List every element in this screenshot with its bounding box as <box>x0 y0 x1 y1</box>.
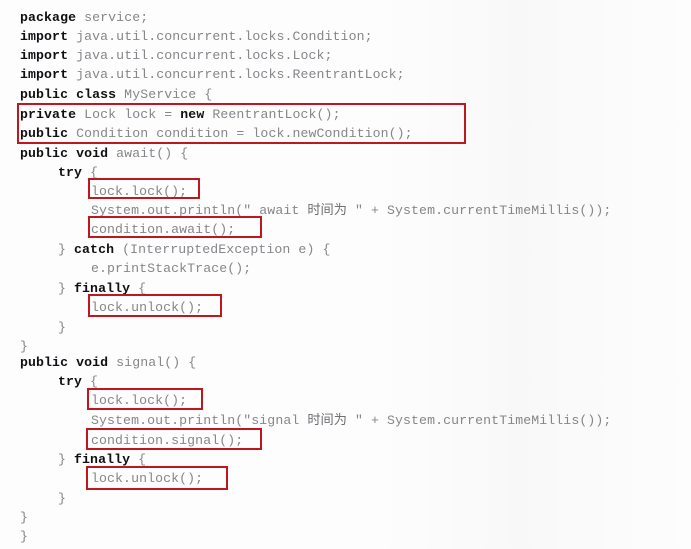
code-line-15: } finally { <box>58 279 146 298</box>
code-text: } <box>20 339 29 354</box>
code-line-17: } <box>58 318 66 337</box>
code-text: " + System.currentTimeMillis()); <box>346 413 612 428</box>
java-code-figure: package service; import java.util.concur… <box>0 0 691 549</box>
code-line-7: public Condition condition = lock.newCon… <box>20 124 413 143</box>
code-text: System.out.println(" await <box>91 203 308 218</box>
code-line-4: import java.util.concurrent.locks.Reentr… <box>20 65 405 84</box>
code-text: java.util.concurrent.locks.ReentrantLock… <box>68 67 405 82</box>
code-line-6: private Lock lock = new ReentrantLock(); <box>20 105 341 124</box>
code-text: lock.unlock(); <box>91 300 204 315</box>
code-text: e.printStackTrace(); <box>91 261 252 276</box>
code-text: java.util.concurrent.locks.Condition; <box>68 29 373 44</box>
code-keyword: public void <box>20 355 109 370</box>
code-text: lock.lock(); <box>91 393 188 408</box>
code-text: Lock lock = <box>76 107 181 122</box>
code-line-13: } catch (InterruptedException e) { <box>58 240 330 259</box>
code-line-14: e.printStackTrace(); <box>91 259 251 278</box>
code-line-12: condition.await(); <box>91 220 235 239</box>
code-line-28: } <box>20 527 28 546</box>
code-text: java.util.concurrent.locks.Lock; <box>68 48 333 63</box>
code-text: condition.signal(); <box>91 433 244 448</box>
code-keyword: try <box>58 374 83 389</box>
code-keyword: private <box>20 107 77 122</box>
code-text: } <box>20 529 29 544</box>
code-keyword: public <box>20 126 69 141</box>
code-line-19: public void signal() { <box>20 353 196 372</box>
code-keyword: package <box>20 10 77 25</box>
code-line-23: condition.signal(); <box>91 431 243 450</box>
code-text: MyService { <box>116 87 213 102</box>
code-text: signal() { <box>108 355 197 370</box>
code-text: System.out.println("signal <box>91 413 308 428</box>
code-line-21: lock.lock(); <box>91 391 187 410</box>
code-line-3: import java.util.concurrent.locks.Lock; <box>20 46 333 65</box>
code-line-2: import java.util.concurrent.locks.Condit… <box>20 27 373 46</box>
code-text: service; <box>76 10 149 25</box>
code-keyword: public void <box>20 146 109 161</box>
code-keyword: catch <box>74 242 115 257</box>
code-text-cjk: 时间为 <box>307 203 347 218</box>
code-keyword: import <box>20 29 69 44</box>
code-keyword: import <box>20 48 69 63</box>
code-keyword: finally <box>74 452 131 467</box>
code-keyword-new: new <box>180 107 205 122</box>
code-text: Condition condition = lock.newCondition(… <box>68 126 413 141</box>
code-keyword: public class <box>20 87 117 102</box>
code-text: { <box>130 281 147 296</box>
code-keyword: import <box>20 67 69 82</box>
code-text: " + System.currentTimeMillis()); <box>346 203 612 218</box>
code-line-22: System.out.println("signal 时间为 " + Syste… <box>91 411 611 430</box>
code-line-9: try { <box>58 163 98 182</box>
code-text: } <box>58 320 67 335</box>
code-text: } <box>20 510 29 525</box>
code-line-5: public class MyService { <box>20 85 212 104</box>
code-line-1: package service; <box>20 8 148 27</box>
code-line-11: System.out.println(" await 时间为 " + Syste… <box>91 201 611 220</box>
code-text: (InterruptedException e) { <box>114 242 331 257</box>
code-text: } <box>58 491 67 506</box>
code-line-25: lock.unlock(); <box>91 469 203 488</box>
code-line-20: try { <box>58 372 98 391</box>
code-text: { <box>130 452 147 467</box>
code-text: condition.await(); <box>91 222 236 237</box>
code-text: } <box>58 242 75 257</box>
code-keyword: finally <box>74 281 131 296</box>
code-text: ReentrantLock(); <box>204 107 341 122</box>
code-line-16: lock.unlock(); <box>91 298 203 317</box>
code-text: } <box>58 452 75 467</box>
code-line-27: } <box>20 508 28 527</box>
code-text: lock.unlock(); <box>91 471 204 486</box>
code-text: lock.lock(); <box>91 184 188 199</box>
code-keyword: try <box>58 165 83 180</box>
code-line-10: lock.lock(); <box>91 182 187 201</box>
code-line-24: } finally { <box>58 450 146 469</box>
code-text: { <box>82 374 99 389</box>
code-line-8: public void await() { <box>20 144 188 163</box>
code-text: await() { <box>108 146 189 161</box>
code-text-cjk: 时间为 <box>307 413 347 428</box>
code-text: } <box>58 281 75 296</box>
code-text: { <box>82 165 99 180</box>
code-line-26: } <box>58 489 66 508</box>
